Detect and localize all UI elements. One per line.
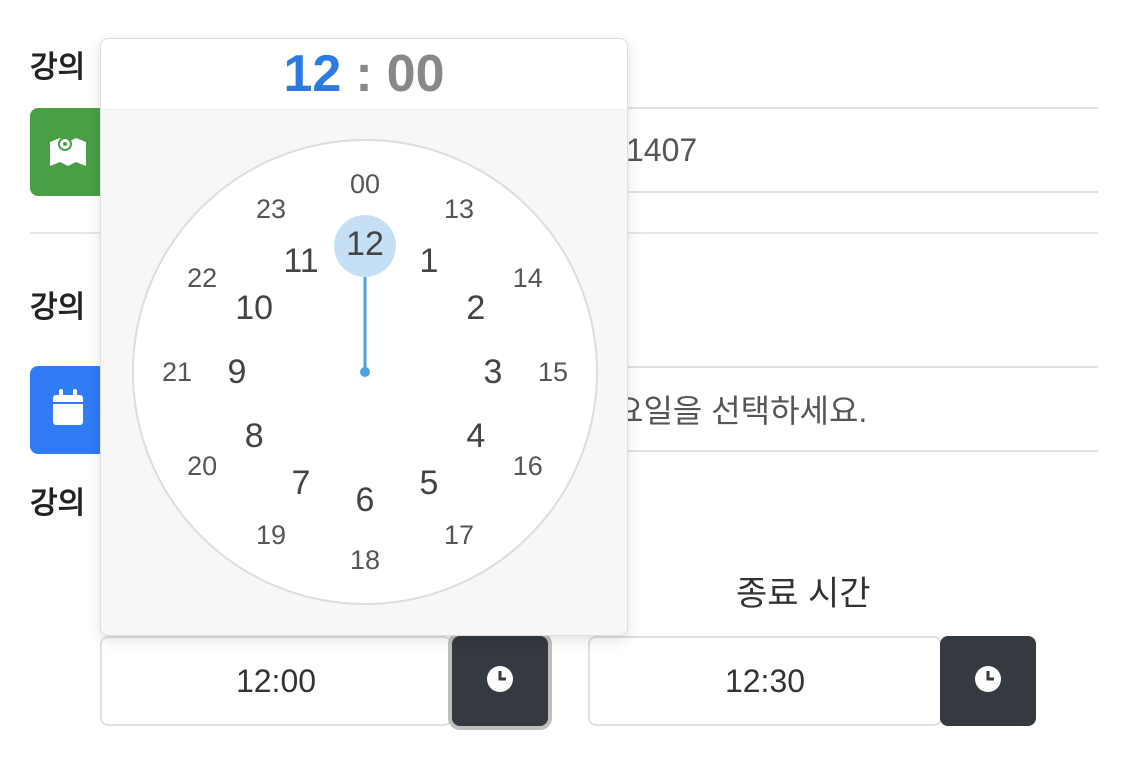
day-placeholder: 요일을 선택하세요. (614, 393, 868, 429)
end-time-label: 종료 시간 (736, 575, 871, 613)
header-separator: : (355, 45, 373, 103)
end-time-input[interactable]: 12:30 (588, 636, 942, 726)
day-label: 강의 (30, 291, 86, 324)
hour-2[interactable]: 2 (466, 289, 485, 327)
hour-00[interactable]: 00 (350, 169, 380, 199)
hour-21[interactable]: 21 (162, 357, 192, 387)
hour-17[interactable]: 17 (444, 520, 474, 550)
start-time-value: 12:00 (235, 662, 317, 699)
hour-11[interactable]: 11 (283, 242, 318, 280)
map-button[interactable] (30, 108, 106, 196)
clock-icon (485, 664, 515, 699)
hour-16[interactable]: 16 (513, 451, 543, 481)
clock-dial[interactable]: 12 1234567891011 001314151617181920212223 (101, 110, 627, 636)
hour-7[interactable]: 7 (292, 464, 311, 502)
calendar-icon (51, 388, 85, 432)
time-label: 강의 (30, 487, 86, 520)
hour-1[interactable]: 1 (420, 242, 439, 280)
end-time-clock-button[interactable] (940, 636, 1036, 726)
hour-10[interactable]: 10 (235, 289, 273, 327)
hour-9[interactable]: 9 (228, 353, 247, 391)
location-value: 1407 (626, 131, 698, 168)
hour-23[interactable]: 23 (256, 194, 286, 224)
hour-15[interactable]: 15 (538, 357, 568, 387)
hour-20[interactable]: 20 (187, 451, 217, 481)
hour-19[interactable]: 19 (256, 520, 286, 550)
end-time-value: 12:30 (724, 662, 806, 699)
calendar-button[interactable] (30, 366, 106, 454)
start-time-clock-button[interactable] (452, 636, 548, 726)
clockpicker-header: 12 : 00 (101, 39, 627, 110)
hour-12[interactable]: 12 (346, 225, 384, 263)
location-label: 강의 (30, 51, 86, 84)
hour-3[interactable]: 3 (484, 353, 503, 391)
hour-13[interactable]: 13 (444, 194, 474, 224)
hour-14[interactable]: 14 (513, 263, 543, 293)
hour-5[interactable]: 5 (420, 464, 439, 502)
map-icon (48, 132, 88, 173)
clock-hand-center (360, 367, 370, 377)
hour-18[interactable]: 18 (350, 545, 380, 575)
start-time-input[interactable]: 12:00 (100, 636, 452, 726)
header-minute[interactable]: 00 (387, 44, 445, 104)
hour-4[interactable]: 4 (466, 417, 485, 455)
hour-8[interactable]: 8 (245, 417, 264, 455)
hour-22[interactable]: 22 (187, 263, 217, 293)
clockpicker-popover: 12 : 00 12 1 2 3 4 5 6 7 8 9 10 11 00 13 14 15 16 17 18 19… (100, 38, 628, 636)
hour-6[interactable]: 6 (356, 481, 375, 519)
header-hour[interactable]: 12 (283, 44, 341, 104)
clock-icon (973, 664, 1003, 699)
